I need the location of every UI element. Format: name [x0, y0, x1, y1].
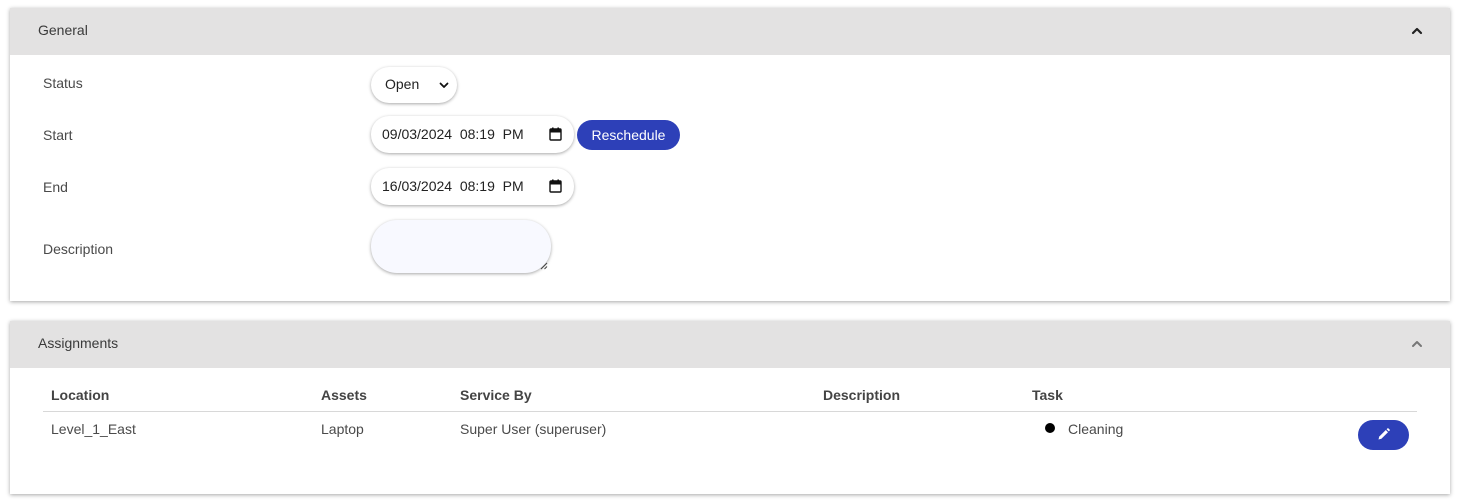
description-textarea[interactable] — [371, 220, 551, 273]
column-header-assets: Assets — [321, 387, 367, 403]
start-datetime-input[interactable]: 09/03/2024 08:19 PM — [371, 116, 574, 153]
column-header-service-by: Service By — [460, 387, 532, 403]
general-panel: General Status Open Start 09/03/2024 08:… — [10, 8, 1450, 301]
reschedule-button[interactable]: Reschedule — [577, 120, 680, 150]
assignments-panel: Assignments Location Assets Service By D… — [10, 321, 1450, 494]
column-header-task: Task — [1032, 387, 1063, 403]
general-panel-title: General — [38, 22, 88, 38]
assignments-panel-header[interactable]: Assignments — [10, 321, 1450, 368]
task-bullet-icon — [1045, 423, 1055, 433]
column-header-location: Location — [51, 387, 110, 403]
cell-location: Level_1_East — [51, 421, 136, 437]
end-datetime-value: 16/03/2024 08:19 PM — [382, 178, 524, 194]
assignments-panel-title: Assignments — [38, 335, 119, 351]
end-label: End — [43, 179, 68, 195]
calendar-icon[interactable] — [549, 127, 562, 141]
status-label: Status — [43, 75, 83, 91]
cell-task: Cleaning — [1068, 421, 1124, 437]
resize-grip-icon[interactable] — [540, 262, 548, 270]
edit-assignment-button[interactable] — [1358, 420, 1409, 450]
pencil-icon — [1378, 428, 1390, 440]
description-label: Description — [43, 241, 114, 257]
status-select-value: Open — [385, 76, 420, 92]
chevron-up-icon[interactable] — [1410, 337, 1424, 351]
column-header-description: Description — [823, 387, 901, 403]
cell-assets: Laptop — [321, 421, 364, 437]
end-datetime-input[interactable]: 16/03/2024 08:19 PM — [371, 168, 574, 205]
cell-service-by: Super User (superuser) — [460, 421, 607, 437]
start-label: Start — [43, 127, 73, 143]
table-header-divider — [43, 411, 1417, 412]
start-datetime-value: 09/03/2024 08:19 PM — [382, 126, 524, 142]
status-select[interactable]: Open — [371, 67, 457, 103]
general-panel-header[interactable]: General — [10, 8, 1450, 55]
chevron-down-icon — [439, 82, 449, 88]
chevron-up-icon[interactable] — [1410, 24, 1424, 38]
calendar-icon[interactable] — [549, 179, 562, 193]
